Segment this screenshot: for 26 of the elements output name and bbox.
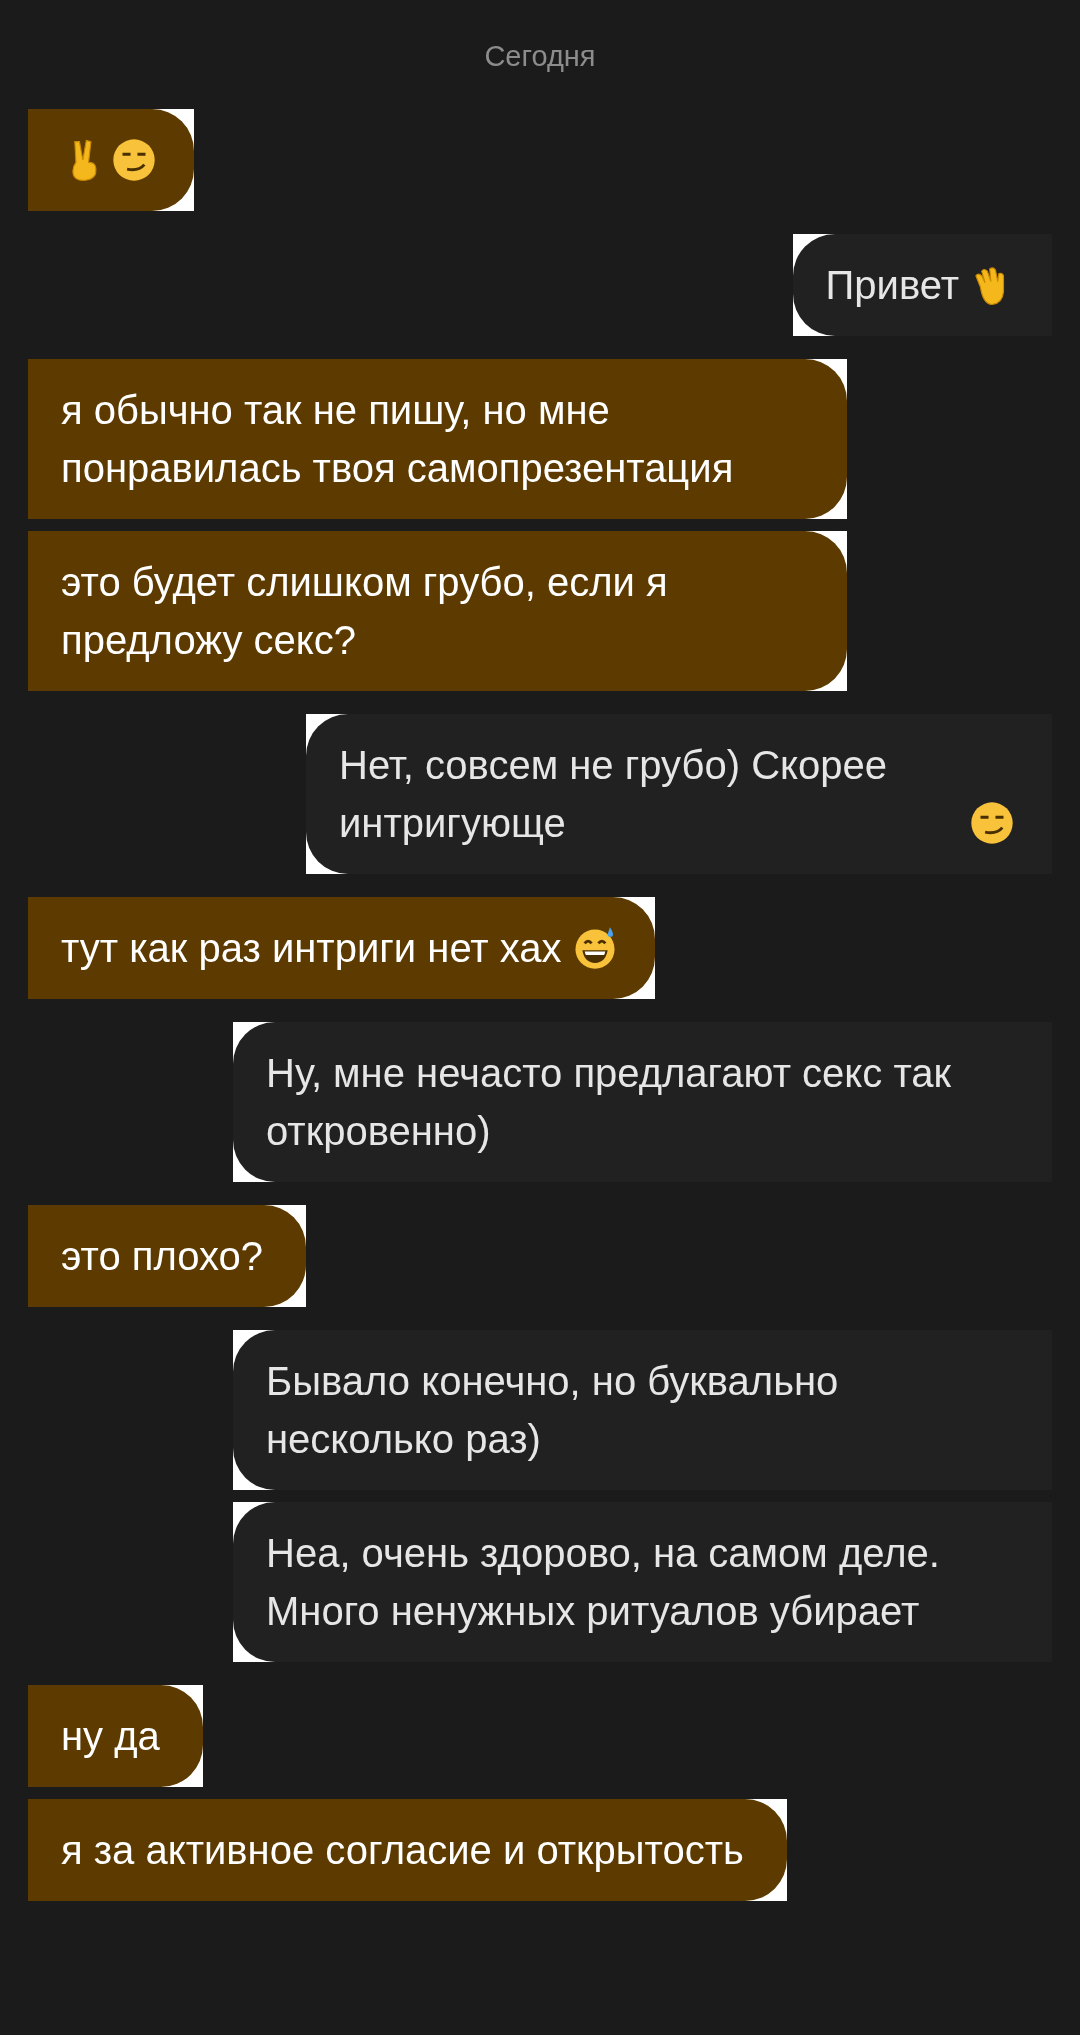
message-bubble[interactable]: Ну, мне нечасто предлагают секс так откровенно) (233, 1022, 1052, 1182)
message-text: Неа, очень здорово, на самом деле. Много ненужных ритуалов убирает (266, 1531, 940, 1633)
message-text: я за активное согласие и открытость (61, 1828, 744, 1872)
message-text: Ну, мне нечасто предлагают секс так откровенно) (266, 1051, 952, 1153)
message-bubble[interactable]: это плохо? (28, 1205, 307, 1307)
message-bubble[interactable]: это будет слишком грубо, если я предложу секс? (28, 531, 847, 691)
message-text: это плохо? (61, 1234, 264, 1278)
message-bubble[interactable] (28, 109, 194, 211)
message-text: Нет, совсем не грубо) Скорее интригующе (339, 742, 888, 847)
message-bubble[interactable]: Бывало конечно, но буквально несколько раз) (233, 1330, 1052, 1490)
message-bubble[interactable]: Неа, очень здорово, на самом деле. Много ненужных ритуалов убирает (233, 1502, 1052, 1662)
message-bubble[interactable]: ну да (28, 1685, 203, 1787)
message-bubble[interactable]: я за активное согласие и открытость (28, 1799, 787, 1901)
smirk-face-icon (111, 137, 157, 183)
smirk-face-icon (969, 800, 1015, 846)
message-text: тут как раз интриги нет хах (61, 925, 562, 972)
message-bubble[interactable]: тут как раз интриги нет хах (28, 897, 655, 999)
message-bubble[interactable]: Нет, совсем не грубо) Скорее интригующе (306, 714, 1052, 874)
message-text: я обычно так не пишу, но мне понравилась твоя самопрезентация (61, 388, 734, 490)
message-bubble[interactable]: Привет (792, 234, 1052, 336)
message-text: Привет (825, 262, 959, 309)
message-text: ну да (61, 1714, 160, 1758)
message-text: это будет слишком грубо, если я предложу секс? (61, 560, 668, 662)
date-divider: Сегодня (483, 40, 597, 73)
message-text: Бывало конечно, но буквально несколько раз) (266, 1359, 839, 1461)
message-bubble[interactable]: я обычно так не пишу, но мне понравилась твоя самопрезентация (28, 359, 847, 519)
